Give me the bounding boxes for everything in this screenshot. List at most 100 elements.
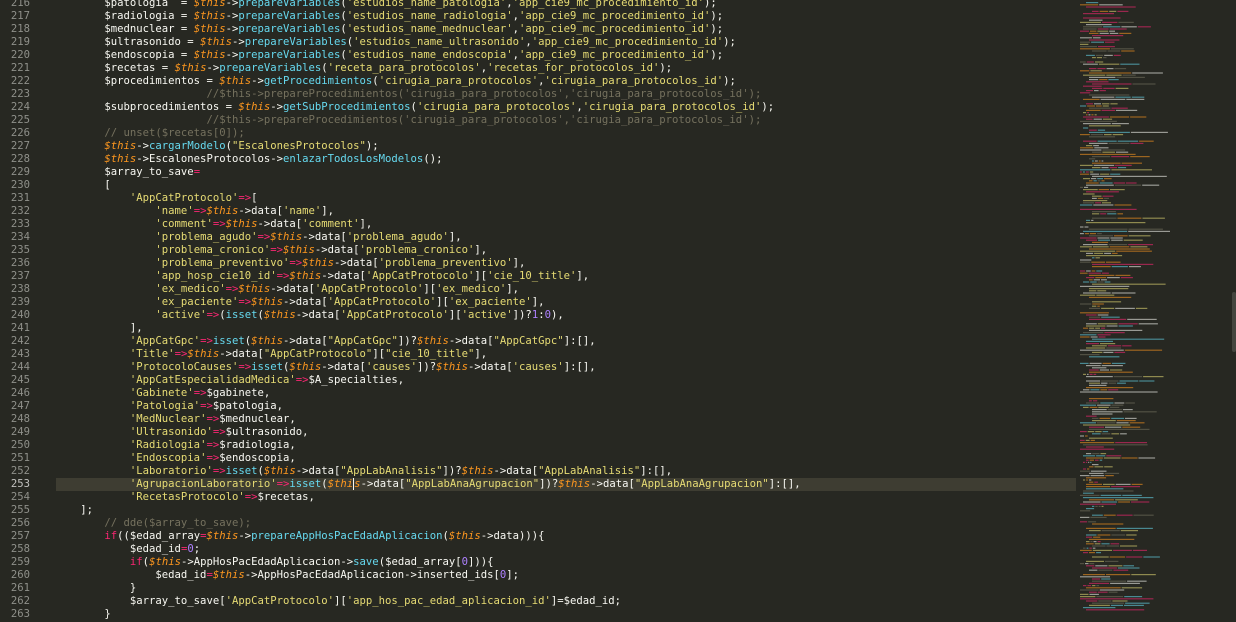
code-token: ->data[ [448, 335, 494, 347]
minimap-line [1080, 149, 1102, 151]
code-token: ->AppHosPacEdadAplicacion->inserted_ids[ [244, 569, 500, 581]
minimap-line [1089, 530, 1101, 532]
code-line[interactable]: // unset($recetas[0]); [56, 127, 244, 140]
code-line[interactable]: 'Radiologia'=>$radiologia, [56, 439, 296, 452]
code-line[interactable]: $edad_id=0; [56, 543, 200, 556]
minimap-line [1101, 307, 1115, 309]
code-line[interactable]: if(($edad_array=$this->prepareAppHosPacE… [56, 530, 544, 543]
minimap[interactable] [1076, 0, 1236, 622]
code-line[interactable]: 'ex_paciente'=>$this->data['AppCatProtoc… [56, 296, 544, 309]
code-line[interactable]: //$this->prepareProcedimientos('cirugia_… [56, 88, 761, 101]
minimap-line [1083, 178, 1090, 180]
minimap-line [1089, 72, 1132, 74]
minimap-line [1097, 541, 1101, 543]
code-line[interactable]: $mednuclear = $this->prepareVariables('e… [56, 23, 723, 36]
code-line[interactable]: $ultrasonido = $this->prepareVariables('… [56, 36, 736, 49]
code-line-current[interactable]: 'AgrupacionLaboratorio'=>isset($this->da… [56, 478, 1076, 491]
minimap-line [1097, 422, 1116, 424]
code-token: ])? [512, 309, 532, 321]
code-line[interactable]: 'name'=>$this->data['name'], [56, 205, 334, 218]
code-line[interactable]: 'comment'=>$this->data['comment'], [56, 218, 372, 231]
code-line[interactable]: ], [56, 322, 143, 335]
minimap-line [1100, 98, 1126, 100]
code-line[interactable]: [ [56, 179, 110, 192]
minimap-line [1083, 281, 1090, 283]
code-line[interactable]: 'AppCatEspecialidadMedica'=>$A_specialti… [56, 374, 404, 387]
code-line[interactable]: 'problema_agudo'=>$this->data['problema_… [56, 231, 462, 244]
code-token: (( [117, 530, 130, 542]
code-token: ], [448, 231, 462, 243]
minimap-line [1083, 406, 1089, 408]
line-number: 257 [10, 530, 30, 542]
code-line[interactable]: $array_to_save['AppCatProtocolo']['app_h… [56, 595, 621, 608]
code-line[interactable]: ]; [56, 504, 93, 517]
line-number: 218 [10, 23, 30, 35]
code-line[interactable]: 'active'=>(isset($this->data['AppCatProt… [56, 309, 563, 322]
vertical-scrollbar[interactable] [1232, 0, 1236, 622]
code-line[interactable]: 'Ultrasonido'=>$ultrasonido, [56, 426, 309, 439]
code-token: $this [238, 101, 271, 113]
code-token: ->AppHosPacEdadAplicacion-> [180, 556, 354, 568]
code-line[interactable]: $array_to_save= [56, 166, 200, 179]
code-line[interactable]: $endoscopia = $this->prepareVariables('e… [56, 49, 723, 62]
minimap-line [1080, 246, 1092, 248]
minimap-line [1086, 184, 1114, 186]
code-token: ], [359, 218, 373, 230]
minimap-line [1121, 50, 1135, 52]
code-line[interactable]: if($this->AppHosPacEdadAplicacion->save(… [56, 556, 494, 569]
code-area[interactable]: $patologia = $this->prepareVariables('es… [56, 0, 1076, 622]
code-line[interactable]: 'ex_medico'=>$this->data['AppCatProtocol… [56, 283, 519, 296]
code-line[interactable]: // dde($array_to_save); [56, 517, 251, 530]
minimap-line [1097, 129, 1106, 131]
code-line[interactable]: $radiologia = $this->prepareVariables('e… [56, 10, 723, 23]
code-token: 'problema_preventivo' [155, 257, 290, 269]
code-token: -> [225, 23, 239, 35]
code-line[interactable]: 'ProtocoloCauses'=>isset($this->data['ca… [56, 361, 596, 374]
code-line[interactable]: 'Endoscopia'=>$endoscopia, [56, 452, 296, 465]
minimap-line [1080, 494, 1100, 496]
minimap-line [1122, 426, 1141, 428]
minimap-line [1118, 501, 1130, 503]
code-line[interactable]: 'Laboratorio'=>isset($this->data["AppLab… [56, 465, 672, 478]
code-token: $edad_id [104, 543, 181, 555]
code-line[interactable]: $recetas = $this->prepareVariables('rece… [56, 62, 672, 75]
code-line[interactable]: $patologia = $this->prepareVariables('es… [56, 0, 716, 10]
code-line[interactable]: } [56, 608, 110, 621]
minimap-line [1142, 184, 1160, 186]
code-line[interactable]: 'problema_cronico'=>$this->data['problem… [56, 244, 487, 257]
minimap-line [1099, 90, 1106, 92]
code-line[interactable]: //$this->prepareProcedimientos('cirugia_… [56, 114, 761, 127]
minimap-line [1080, 70, 1090, 72]
code-editor[interactable]: 216 217 218 219 220 221 222 223 224 225 226 227 228 2… [0, 0, 1236, 622]
minimap-line [1123, 565, 1134, 567]
code-line[interactable]: 'Patologia'=>$patologia, [56, 400, 283, 413]
minimap-line [1103, 351, 1114, 353]
code-line[interactable]: 'AppCatProtocolo'=>[ [56, 192, 258, 205]
code-token: $mednuclear = [104, 23, 194, 35]
code-line[interactable]: $edad_id=$this->AppHosPacEdadAplicacion-… [56, 569, 519, 582]
code-line[interactable]: 'MedNuclear'=>$mednuclear, [56, 413, 296, 426]
code-line[interactable]: 'RecetasProtocolo'=>$recetas, [56, 491, 315, 504]
code-token: $this [187, 348, 220, 360]
minimap-line [1121, 457, 1138, 459]
minimap-line [1094, 543, 1101, 545]
line-number: 253 [10, 478, 30, 490]
code-token: enlazarTodosLosModelos [282, 153, 424, 165]
code-line[interactable]: 'Gabinete'=>$gabinete, [56, 387, 270, 400]
minimap-line [1080, 470, 1090, 472]
code-line[interactable]: $subprocedimientos = $this->getSubProced… [56, 101, 774, 114]
code-line[interactable]: $procedimientos = $this->getProcedimient… [56, 75, 736, 88]
line-number: 250 [10, 439, 30, 451]
minimap-line [1080, 233, 1084, 235]
code-line[interactable]: } [56, 582, 136, 595]
code-line[interactable]: $this->cargarModelo("EscalonesProtocolos… [56, 140, 378, 153]
code-line[interactable]: 'AppCatGpc'=>isset($this->data["AppCatGp… [56, 335, 596, 348]
code-line[interactable]: 'Title'=>$this->data["AppCatProtocolo"][… [56, 348, 487, 361]
code-line[interactable]: 'problema_preventivo'=>$this->data['prob… [56, 257, 525, 270]
scrollbar-thumb[interactable] [1232, 292, 1236, 353]
minimap-line [1080, 312, 1109, 314]
minimap-line [1087, 468, 1090, 470]
code-line[interactable]: $this->EscalonesProtocolos->enlazarTodos… [56, 153, 442, 166]
code-line[interactable]: 'app_hosp_cie10_id'=>$this->data['AppCat… [56, 270, 589, 283]
